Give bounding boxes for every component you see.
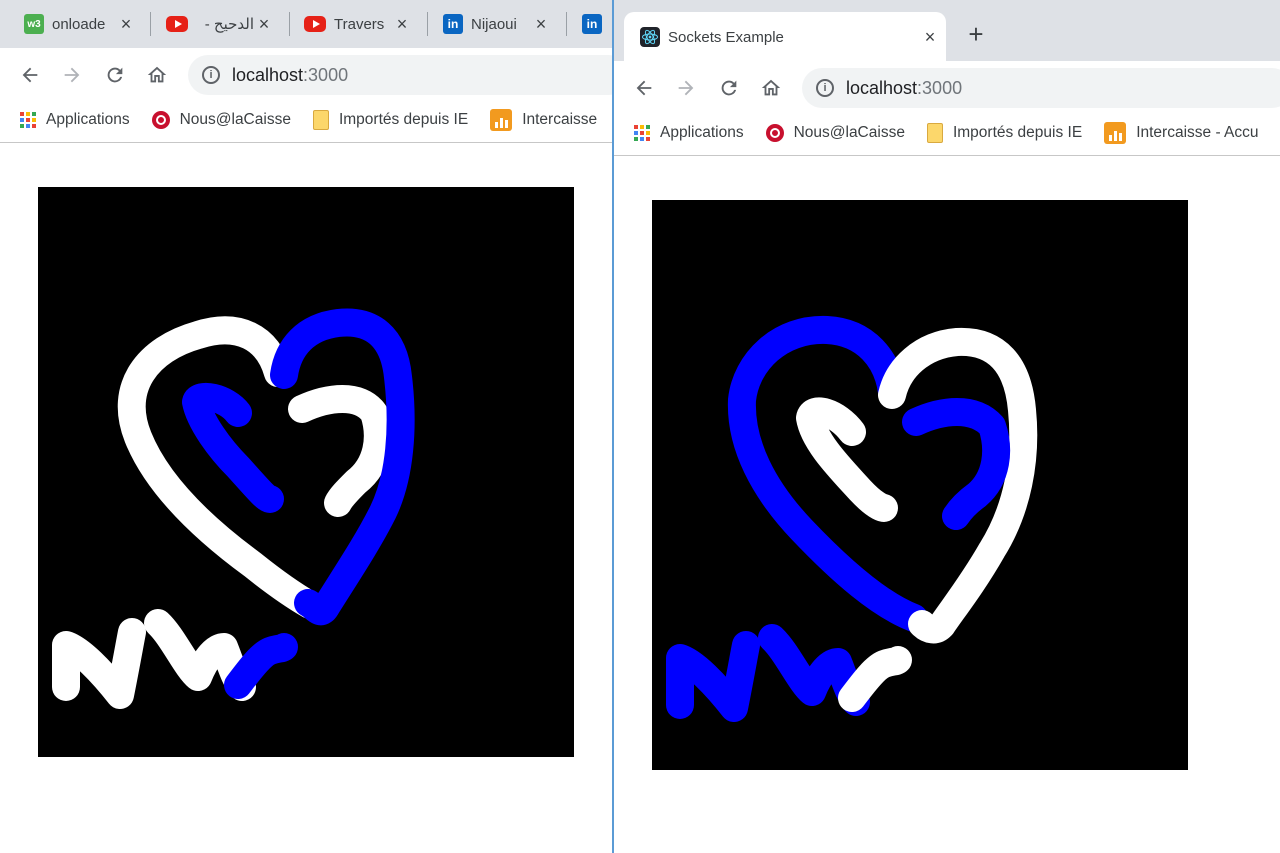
canvas-drawing bbox=[666, 315, 1038, 722]
bookmark-label: Importés depuis IE bbox=[952, 124, 1083, 141]
drawing-canvas[interactable] bbox=[38, 187, 574, 757]
bookmark-intercaisse[interactable]: Intercaisse - Accu bbox=[1104, 122, 1259, 144]
close-icon[interactable]: × bbox=[531, 14, 551, 34]
blue-stroke bbox=[270, 308, 415, 626]
reload-button[interactable] bbox=[101, 61, 129, 89]
home-icon bbox=[147, 66, 167, 83]
forward-button[interactable] bbox=[672, 74, 700, 102]
white-stroke bbox=[796, 397, 898, 522]
tab-title: Traversy bbox=[334, 15, 384, 33]
bookmark-label: Importés depuis IE bbox=[338, 111, 469, 128]
info-icon[interactable]: i bbox=[816, 79, 834, 97]
right-toolbar: i localhost:3000 bbox=[614, 61, 1280, 115]
tab-title: Sockets Example bbox=[668, 28, 784, 46]
bookmark-intercaisse[interactable]: Intercaisse bbox=[490, 109, 597, 131]
bookmark-label: Nous@laCaisse bbox=[793, 124, 905, 141]
linkedin-icon: in bbox=[582, 14, 602, 34]
canvas-drawing bbox=[52, 308, 415, 709]
back-button[interactable] bbox=[630, 74, 658, 102]
drawing-canvas[interactable] bbox=[652, 200, 1188, 770]
arrow-right-icon bbox=[678, 80, 694, 96]
nous-la-caisse-icon bbox=[151, 111, 170, 129]
forward-button[interactable] bbox=[58, 61, 86, 89]
white-stroke bbox=[288, 385, 392, 517]
blue-stroke bbox=[902, 398, 1011, 530]
white-stroke bbox=[878, 327, 1038, 644]
blue-stroke bbox=[224, 633, 298, 699]
tab-linkedin[interactable]: in bbox=[582, 7, 612, 41]
folder-icon bbox=[312, 110, 329, 130]
close-icon[interactable]: × bbox=[920, 27, 940, 47]
right-browser-window: Sockets Example × + i localhost:3000 Ap… bbox=[612, 0, 1280, 853]
right-tab-strip: Sockets Example × + bbox=[614, 0, 1280, 61]
bookmark-label: Applications bbox=[46, 111, 130, 128]
tab-title: Nijaoui bbox=[471, 15, 517, 33]
tab-divider bbox=[289, 12, 290, 36]
right-bookmarks-bar: Applications Nous@laCaisse Importés depu… bbox=[614, 111, 1280, 156]
close-icon[interactable]: × bbox=[116, 14, 136, 34]
address-bar[interactable]: i localhost:3000 bbox=[188, 55, 612, 95]
bookmark-nous-la-caisse[interactable]: Nous@laCaisse bbox=[151, 111, 291, 129]
bookmark-label: Intercaisse - Accu bbox=[1136, 124, 1259, 141]
url-port: :3000 bbox=[917, 77, 963, 98]
bookmark-label: Applications bbox=[660, 124, 744, 141]
react-atom-icon bbox=[642, 29, 658, 45]
apps-grid-icon bbox=[634, 125, 650, 141]
white-stroke bbox=[52, 618, 146, 709]
arrow-left-icon bbox=[22, 67, 38, 83]
youtube-icon bbox=[304, 16, 326, 32]
bookmark-applications[interactable]: Applications bbox=[20, 111, 130, 129]
intercaisse-icon bbox=[490, 109, 513, 131]
tab-youtube-dahih[interactable]: الدحيح - × bbox=[166, 7, 282, 41]
reload-icon bbox=[721, 80, 737, 96]
url-host: localhost bbox=[232, 64, 304, 85]
reload-button[interactable] bbox=[715, 74, 743, 102]
arrow-right-icon bbox=[64, 67, 80, 83]
white-stroke bbox=[838, 646, 912, 712]
react-icon bbox=[640, 27, 660, 47]
info-icon[interactable]: i bbox=[202, 66, 220, 84]
home-button[interactable] bbox=[757, 74, 785, 102]
youtube-icon bbox=[166, 16, 188, 32]
home-icon bbox=[761, 79, 781, 96]
close-icon[interactable]: × bbox=[254, 14, 274, 34]
left-toolbar: i localhost:3000 bbox=[0, 48, 612, 102]
folder-icon bbox=[926, 123, 943, 143]
tab-divider bbox=[150, 12, 151, 36]
linkedin-icon: in bbox=[443, 14, 463, 34]
new-tab-button[interactable]: + bbox=[964, 21, 988, 47]
bookmark-folder-importes[interactable]: Importés depuis IE bbox=[312, 110, 469, 130]
reload-icon bbox=[107, 67, 123, 83]
bookmark-label: Intercaisse bbox=[522, 111, 598, 128]
nous-la-caisse-icon bbox=[765, 124, 784, 142]
left-bookmarks-bar: Applications Nous@laCaisse Importés depu… bbox=[0, 98, 612, 143]
intercaisse-icon bbox=[1104, 122, 1127, 144]
w3schools-icon: w3 bbox=[24, 14, 44, 34]
tab-title: onloade bbox=[52, 15, 106, 33]
tab-linkedin-nijaoui[interactable]: in Nijaoui × bbox=[443, 7, 559, 41]
left-browser-window: w3 onloade × الدحيح - × Traversy × in Ni… bbox=[0, 0, 612, 853]
back-button[interactable] bbox=[16, 61, 44, 89]
tab-content: Sockets Example × bbox=[640, 20, 940, 54]
url-host: localhost bbox=[846, 77, 918, 98]
tab-onload[interactable]: w3 onloade × bbox=[24, 7, 144, 41]
bookmark-folder-importes[interactable]: Importés depuis IE bbox=[926, 123, 1083, 143]
left-tab-strip: w3 onloade × الدحيح - × Traversy × in Ni… bbox=[0, 0, 612, 48]
arrow-left-icon bbox=[636, 80, 652, 96]
bookmark-label: Nous@laCaisse bbox=[179, 111, 291, 128]
bookmark-applications[interactable]: Applications bbox=[634, 124, 744, 142]
home-button[interactable] bbox=[143, 61, 171, 89]
url-port: :3000 bbox=[303, 64, 349, 85]
blue-stroke bbox=[182, 382, 284, 513]
tab-divider bbox=[566, 12, 567, 36]
address-bar[interactable]: i localhost:3000 bbox=[802, 68, 1280, 108]
tab-title: الدحيح - bbox=[204, 16, 254, 33]
tab-divider bbox=[427, 12, 428, 36]
close-icon[interactable]: × bbox=[392, 14, 412, 34]
bookmark-nous-la-caisse[interactable]: Nous@laCaisse bbox=[765, 124, 905, 142]
tab-sockets-example[interactable]: Sockets Example × bbox=[624, 12, 946, 61]
tab-youtube-traversy[interactable]: Traversy × bbox=[304, 7, 420, 41]
blue-stroke bbox=[666, 631, 760, 722]
apps-grid-icon bbox=[20, 112, 36, 128]
